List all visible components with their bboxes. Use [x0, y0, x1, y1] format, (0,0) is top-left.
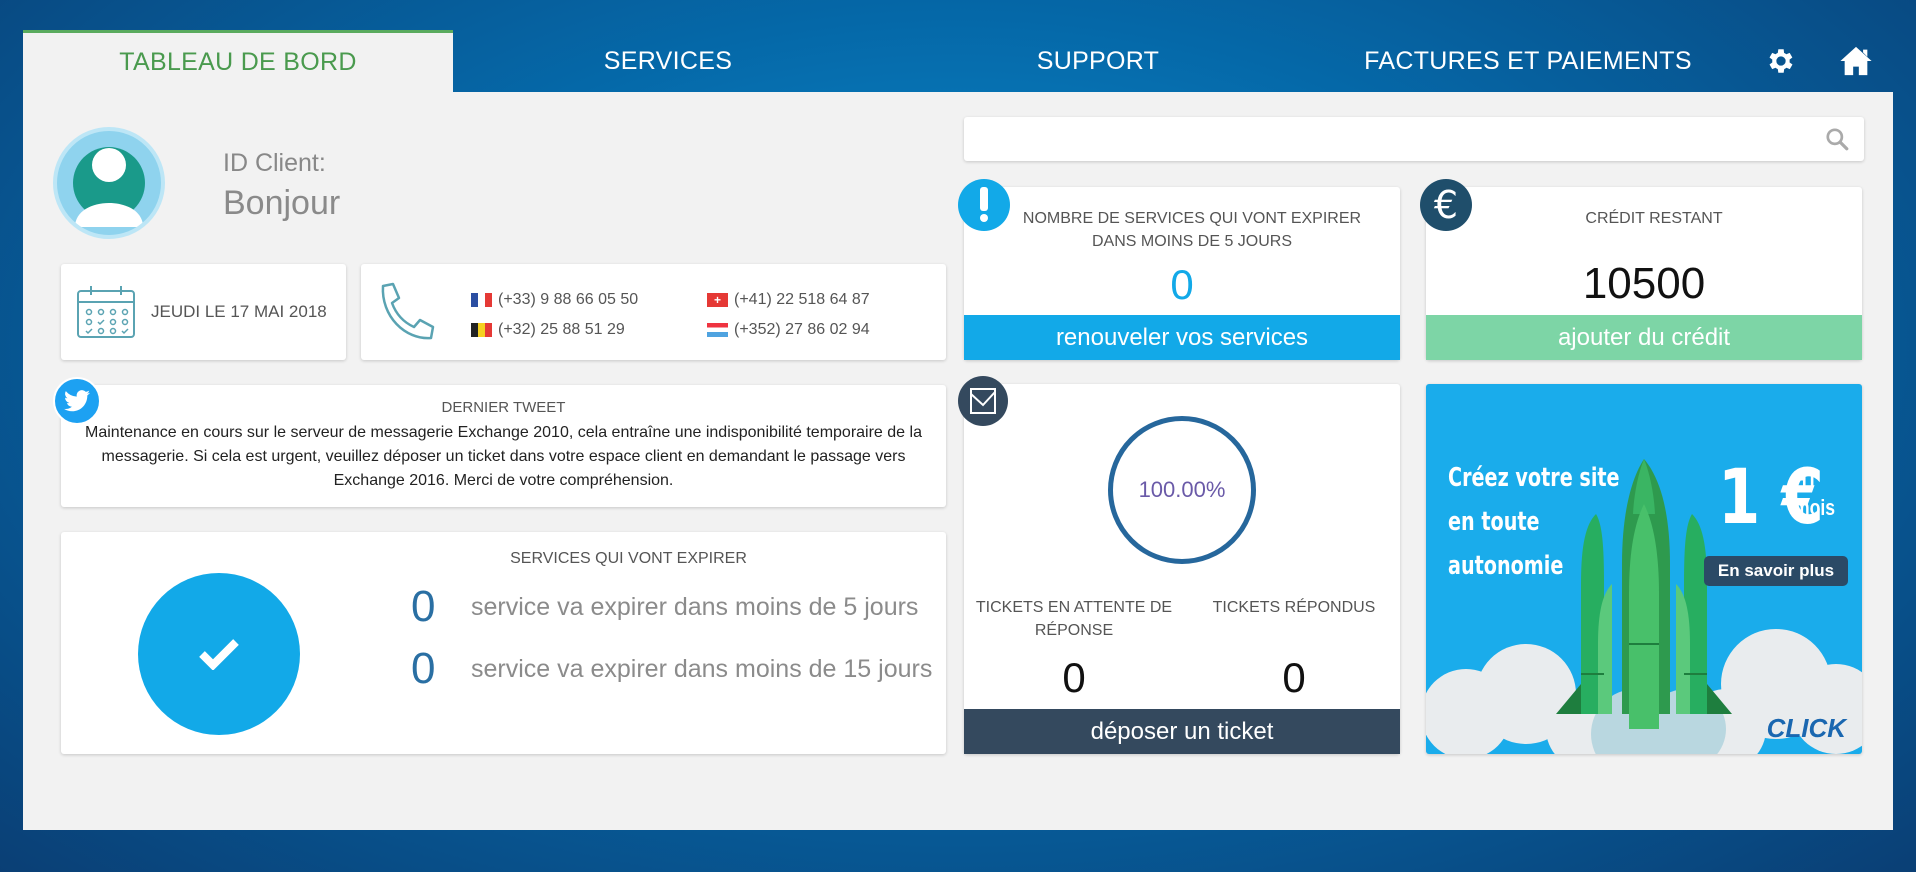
phone-be[interactable]: (+32) 25 88 51 29 [471, 321, 625, 339]
flag-lu-icon [707, 323, 728, 337]
promo-headline: Créez votre site en toute autonomie [1448, 456, 1620, 588]
phone-number: (+352) 27 86 02 94 [734, 321, 870, 338]
tab-services[interactable]: SERVICES [453, 30, 883, 92]
promo-unit: HT mois [1794, 466, 1835, 522]
pending-tickets-count: 0 [1062, 654, 1086, 701]
tab-factures-paiements[interactable]: FACTURES ET PAIEMENTS [1313, 30, 1743, 92]
promo-unit-ht: HT [1794, 467, 1818, 492]
promo-line3: autonomie [1448, 551, 1564, 581]
search-input[interactable] [964, 117, 1804, 161]
services-title: SERVICES QUI VONT EXPIRER [510, 550, 747, 567]
answered-tickets-label: TICKETS RÉPONDUS [1212, 599, 1376, 616]
add-credit-button[interactable]: ajouter du crédit [1426, 315, 1862, 360]
renew-services-button[interactable]: renouveler vos services [964, 315, 1400, 360]
credit-card: € CRÉDIT RESTANT 10500 ajouter du crédit [1420, 179, 1862, 360]
services-count: 0 [411, 582, 436, 631]
search-bar [964, 117, 1864, 161]
tweet-card: DERNIER TWEET Maintenance en cours sur l… [53, 377, 946, 507]
tweet-title: DERNIER TWEET [441, 399, 566, 416]
date-text: JEUDI LE 17 MAI 2018 [151, 302, 327, 321]
services-count: 0 [411, 644, 436, 693]
home-icon[interactable] [1818, 30, 1893, 92]
services-text: service va expirer dans moins de 5 jours [471, 592, 919, 621]
expiring-count: 0 [1170, 261, 1194, 308]
credit-title: CRÉDIT RESTANT [1585, 210, 1723, 227]
exclamation-icon [958, 179, 1010, 231]
phone-fr[interactable]: (+33) 9 88 66 05 50 [471, 291, 638, 309]
calendar-icon [75, 284, 137, 345]
gear-icon[interactable] [1743, 30, 1818, 92]
click-logo: CLICK [1766, 713, 1846, 743]
expiring-services-card: NOMBRE DE SERVICES QUI VONT EXPIRER DANS… [958, 179, 1400, 360]
top-nav: TABLEAU DE BORD SERVICES SUPPORT FACTURE… [23, 30, 1893, 92]
tab-tableau-de-bord[interactable]: TABLEAU DE BORD [23, 30, 453, 92]
promo-line1: Créez votre site [1448, 463, 1620, 493]
envelope-icon [958, 376, 1008, 426]
app-window: TABLEAU DE BORD SERVICES SUPPORT FACTURE… [23, 30, 1893, 830]
phone-number: (+33) 9 88 66 05 50 [498, 291, 639, 308]
date-card: JEUDI LE 17 MAI 2018 [61, 264, 346, 360]
euro-icon: € [1420, 179, 1472, 231]
phone-icon [375, 280, 437, 349]
expiring-title: NOMBRE DE SERVICES QUI VONT EXPIRER DANS… [1022, 210, 1362, 250]
phone-number: (+41) 22 518 64 87 [734, 291, 870, 308]
greeting: Bonjour [223, 184, 341, 222]
services-row-5: 0 service va expirer dans moins de 5 jou… [411, 582, 918, 632]
pending-tickets-label: TICKETS EN ATTENTE DE RÉPONSE [975, 599, 1173, 639]
phone-lu[interactable]: (+352) 27 86 02 94 [707, 321, 870, 339]
tab-support[interactable]: SUPPORT [883, 30, 1313, 92]
check-icon [138, 573, 300, 735]
tickets-card: 100.00% TICKETS EN ATTENTE DE RÉPONSE TI… [958, 376, 1400, 754]
phone-ch[interactable]: + (+41) 22 518 64 87 [707, 291, 870, 309]
promo-banner[interactable]: Créez votre site en toute autonomie 1 € … [1426, 384, 1862, 754]
services-expiring-card: SERVICES QUI VONT EXPIRER 0 service va e… [61, 532, 946, 754]
learn-more-button[interactable]: En savoir plus [1704, 556, 1848, 586]
services-row-15: 0 service va expirer dans moins de 15 jo… [411, 644, 932, 694]
services-text: service va expirer dans moins de 15 jour… [471, 654, 933, 683]
credit-amount: 10500 [1582, 259, 1706, 308]
promo-line2: en toute [1448, 507, 1540, 537]
flag-be-icon [471, 323, 492, 337]
answered-tickets-count: 0 [1282, 654, 1306, 701]
submit-ticket-button[interactable]: déposer un ticket [964, 709, 1400, 754]
promo-unit-mois: mois [1794, 495, 1836, 520]
search-icon[interactable] [1824, 126, 1850, 157]
phone-number: (+32) 25 88 51 29 [498, 321, 625, 338]
tweet-text: Maintenance en cours sur le serveur de m… [85, 424, 922, 489]
avatar[interactable] [53, 127, 165, 239]
client-id-label: ID Client: [223, 149, 326, 177]
tickets-progress-ring: 100.00% [1108, 416, 1256, 564]
flag-fr-icon [471, 293, 492, 307]
phone-card: (+33) 9 88 66 05 50 + (+41) 22 518 64 87… [361, 264, 946, 360]
flag-ch-icon: + [707, 293, 728, 307]
dashboard-content: ID Client: Bonjour JEUDI LE 17 MAI 2018 … [23, 92, 1893, 830]
